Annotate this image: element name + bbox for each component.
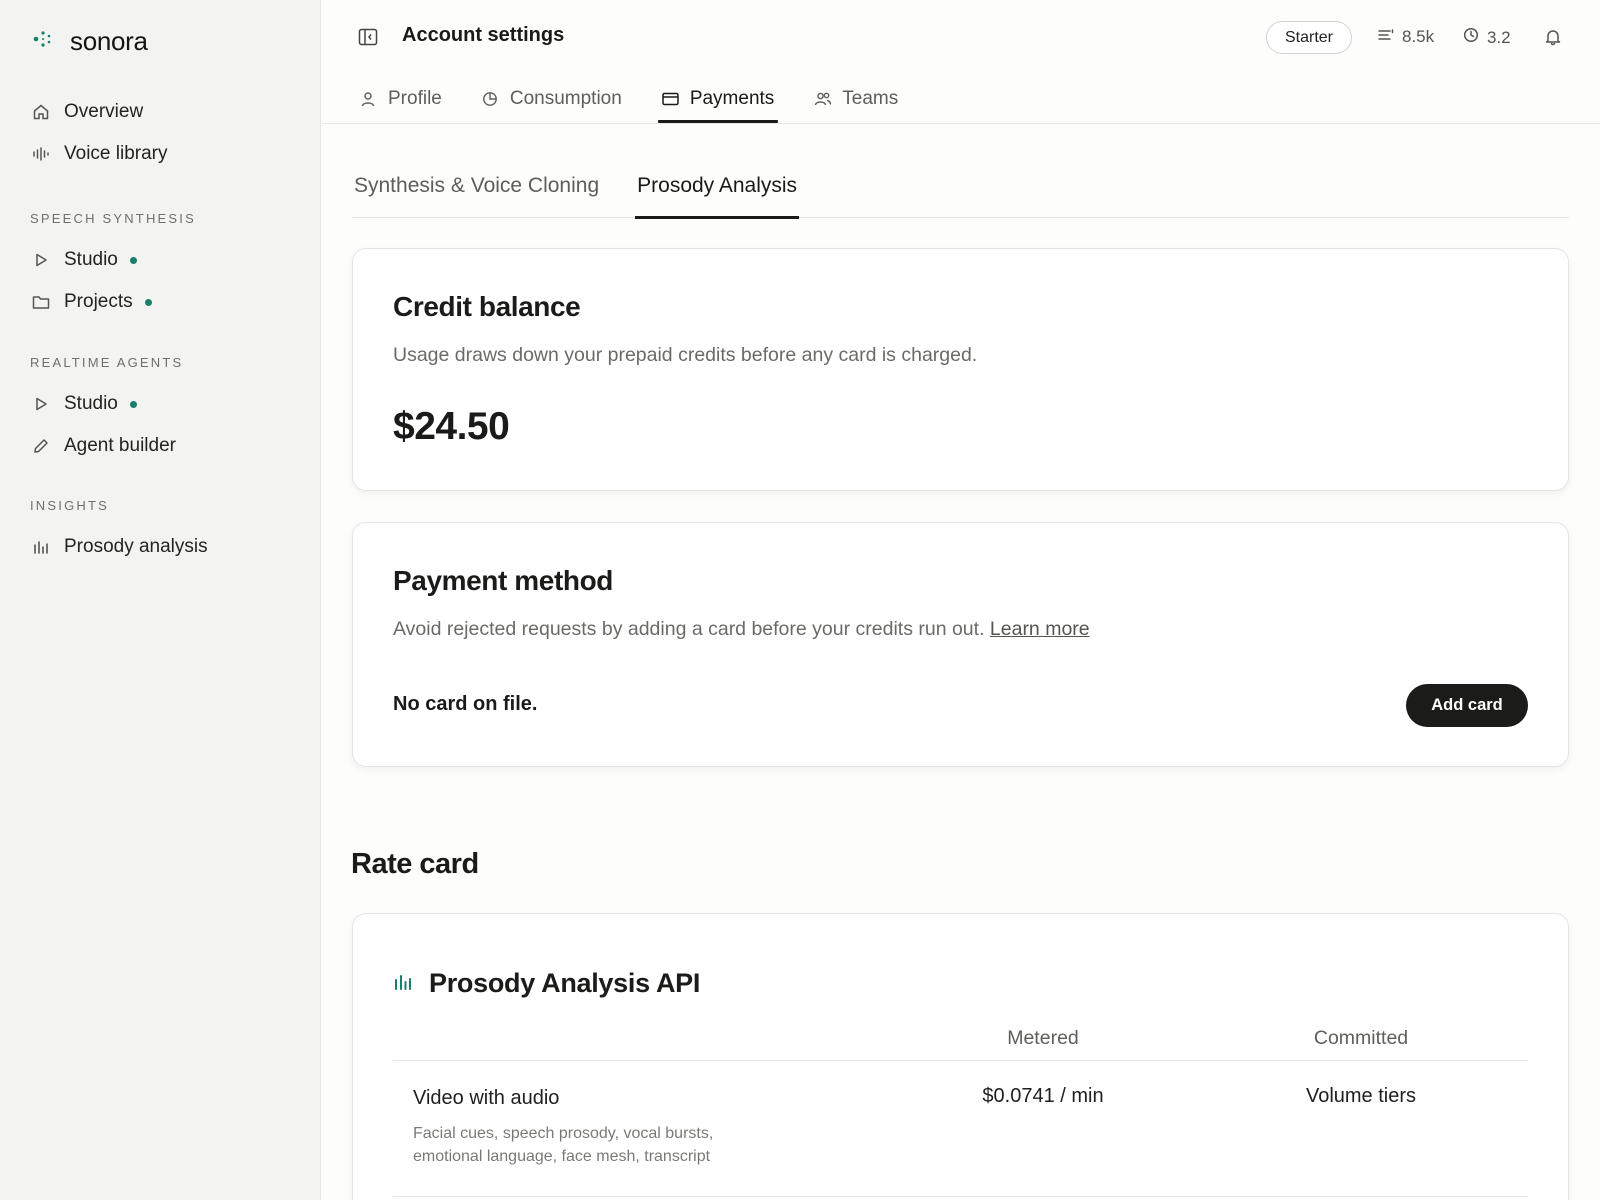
add-card-button[interactable]: Add card <box>1406 684 1528 727</box>
payment-description-text: Avoid rejected requests by adding a card… <box>393 618 985 640</box>
section-title: REALTIME AGENTS <box>30 355 184 370</box>
tab-payments[interactable]: Payments <box>657 76 779 123</box>
sidebar-item-agent-builder[interactable]: Agent builder <box>30 425 304 467</box>
sidebar: sonora Overview Voice library SPEECH SYN… <box>0 0 321 1200</box>
row-name: Video with audio <box>413 1087 560 1109</box>
bar-chart-icon <box>393 968 413 999</box>
sidebar-item-studio-synthesis[interactable]: Studio <box>30 239 304 281</box>
tab-label: Payments <box>689 88 775 109</box>
row-description: Facial cues, speech prosody, vocal burst… <box>413 1125 714 1165</box>
rate-card-title: Rate card <box>351 848 479 880</box>
main-content: Account settings Starter 8.5k 3.2 Profil… <box>322 0 1600 1200</box>
sidebar-top-nav: Overview Voice library <box>30 91 304 175</box>
status-dot <box>129 400 137 408</box>
play-icon <box>30 393 52 415</box>
tabs-divider <box>322 123 1600 124</box>
status-dot <box>144 298 152 306</box>
sidebar-section-speech-synthesis: SPEECH SYNTHESIS Studio Projects <box>30 211 304 323</box>
pencil-icon <box>30 435 52 457</box>
sidebar-item-label: Overview <box>64 101 144 122</box>
api-title: Prosody Analysis API <box>393 968 700 999</box>
table-row-divider <box>393 1196 1528 1197</box>
home-icon <box>30 101 52 123</box>
sidebar-item-overview[interactable]: Overview <box>30 91 304 133</box>
credits-value: 8.5k <box>1402 27 1435 46</box>
brand[interactable]: sonora <box>32 26 148 57</box>
sidebar-item-label: Studio <box>64 249 118 270</box>
clock-icon <box>1463 27 1479 48</box>
sidebar-item-studio-agents[interactable]: Studio <box>30 383 304 425</box>
play-icon <box>30 249 52 271</box>
table-header-divider <box>393 1060 1528 1061</box>
tab-consumption[interactable]: Consumption <box>478 76 626 122</box>
time-value: 3.2 <box>1487 27 1511 47</box>
subtab-prosody-analysis[interactable]: Prosody Analysis <box>635 164 799 219</box>
tab-profile[interactable]: Profile <box>356 76 446 122</box>
tab-label: Profile <box>388 88 442 109</box>
subtab-synthesis-voice-cloning[interactable]: Synthesis & Voice Cloning <box>352 164 601 218</box>
credit-balance-title: Credit balance <box>393 291 581 322</box>
top-bar: Account settings Starter 8.5k 3.2 <box>322 0 1600 76</box>
sidebar-item-prosody-analysis[interactable]: Prosody analysis <box>30 526 304 568</box>
section-title: SPEECH SYNTHESIS <box>30 211 196 226</box>
credit-balance-description: Usage draws down your prepaid credits be… <box>393 344 978 366</box>
credit-balance-amount: $24.50 <box>393 405 510 448</box>
status-dot <box>129 256 137 264</box>
tab-label: Consumption <box>509 88 622 109</box>
credit-balance-card: Credit balance Usage draws down your pre… <box>352 248 1569 491</box>
settings-tabs: Profile Consumption Payments Teams <box>356 76 934 124</box>
time-stat[interactable]: 3.2 <box>1463 27 1511 48</box>
sidebar-item-voice-library[interactable]: Voice library <box>30 133 304 175</box>
row-committed-price: Volume tiers <box>1305 1085 1417 1107</box>
sidebar-item-label: Studio <box>64 393 118 414</box>
sidebar-section-insights: INSIGHTS Prosody analysis <box>30 498 304 568</box>
sidebar-section-realtime-agents: REALTIME AGENTS Studio Agent builder <box>30 355 304 467</box>
sidebar-item-label: Projects <box>64 291 133 312</box>
payment-method-description: Avoid rejected requests by adding a card… <box>393 618 1090 641</box>
sidebar-toggle-icon[interactable] <box>358 28 380 48</box>
column-header-metered: Metered <box>1007 1027 1079 1049</box>
bar-chart-icon <box>30 536 52 558</box>
api-title-text: Prosody Analysis API <box>429 968 701 998</box>
sidebar-item-label: Voice library <box>64 143 168 164</box>
sidebar-item-label: Prosody analysis <box>64 536 208 557</box>
tab-teams[interactable]: Teams <box>810 76 902 122</box>
card-icon <box>662 90 680 108</box>
rate-card-table: Prosody Analysis API Metered Committed V… <box>352 913 1569 1200</box>
list-icon <box>1378 27 1394 47</box>
users-icon <box>814 90 832 108</box>
page-title: Account settings <box>402 24 565 46</box>
row-metered-price: $0.0741 / min <box>982 1085 1104 1107</box>
section-title: INSIGHTS <box>30 498 109 513</box>
sidebar-item-projects[interactable]: Projects <box>30 281 304 323</box>
brand-name: sonora <box>70 26 148 56</box>
payment-method-title: Payment method <box>393 565 613 596</box>
user-icon <box>360 90 378 108</box>
payment-status: No card on file. <box>393 693 538 715</box>
learn-more-link[interactable]: Learn more <box>990 618 1090 640</box>
credits-stat[interactable]: 8.5k <box>1378 27 1434 47</box>
bell-icon[interactable] <box>1544 28 1564 48</box>
product-subtabs: Synthesis & Voice Cloning Prosody Analys… <box>352 164 1569 219</box>
logo-icon <box>32 28 54 55</box>
tab-label: Teams <box>842 88 899 109</box>
sidebar-item-label: Agent builder <box>64 435 176 456</box>
pie-icon <box>482 90 500 108</box>
column-header-committed: Committed <box>1313 1027 1409 1049</box>
payment-method-card: Payment method Avoid rejected requests b… <box>352 522 1569 767</box>
folder-icon <box>30 291 52 313</box>
plan-badge[interactable]: Starter <box>1266 21 1352 54</box>
waveform-icon <box>30 143 52 165</box>
